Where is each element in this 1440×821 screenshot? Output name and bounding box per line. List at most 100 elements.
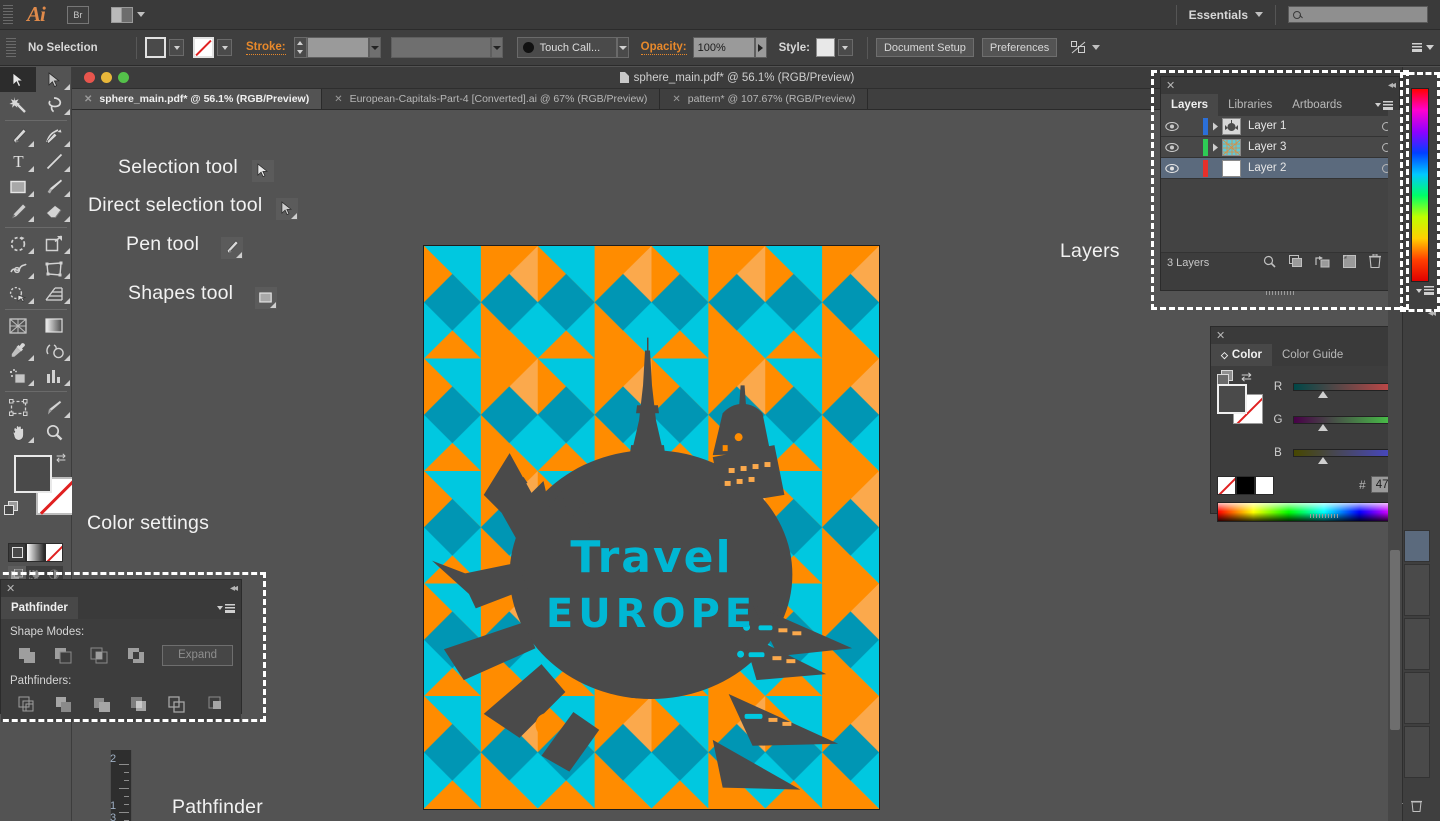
free-transform-tool[interactable]	[36, 256, 72, 281]
rotate-tool[interactable]	[0, 231, 36, 256]
preferences-button[interactable]: Preferences	[982, 38, 1057, 57]
opacity-value[interactable]: 100%	[693, 37, 755, 58]
selection-status: No Selection	[28, 42, 128, 54]
lasso-tool[interactable]	[36, 92, 72, 117]
quick-swatches	[1217, 476, 1274, 495]
stroke-profile-field[interactable]	[391, 37, 503, 58]
panel-menu-icon[interactable]	[1412, 43, 1422, 52]
stroke-dropdown[interactable]	[217, 39, 232, 56]
stroke-weight-field[interactable]	[294, 37, 381, 58]
brush-definition-value: Touch Call...	[517, 37, 617, 58]
stroke-profile-value[interactable]	[391, 37, 491, 58]
tools-grid: T	[0, 67, 71, 445]
slice-tool[interactable]	[36, 395, 72, 420]
scale-tool[interactable]	[36, 231, 72, 256]
fill-dropdown[interactable]	[169, 39, 184, 56]
opacity-label[interactable]: Opacity:	[641, 41, 687, 55]
selection-tool[interactable]	[0, 67, 36, 92]
annotation-label: Shapes tool	[128, 282, 233, 304]
pen-nib-icon	[221, 237, 243, 259]
chevron-down-icon[interactable]	[1426, 45, 1434, 50]
perspective-grid-tool[interactable]	[36, 281, 72, 306]
close-tab-icon[interactable]: ✕	[334, 94, 342, 105]
mesh-tool[interactable]	[0, 313, 36, 338]
swap-fill-stroke-icon[interactable]: ⇄	[1241, 369, 1252, 385]
close-icon[interactable]: ✕	[1216, 329, 1225, 342]
stroke-weight-dropdown[interactable]	[369, 37, 381, 58]
zoom-tool[interactable]	[36, 420, 72, 445]
fill-swatch[interactable]	[145, 37, 166, 58]
swap-fill-stroke-icon[interactable]: ⇄	[56, 451, 66, 465]
close-tab-icon[interactable]: ✕	[672, 94, 680, 105]
bridge-button[interactable]: Br	[67, 6, 89, 24]
collapsed-panel-1[interactable]	[1404, 564, 1430, 616]
close-tab-icon[interactable]: ✕	[84, 94, 92, 105]
search-icon	[1293, 11, 1301, 19]
pen-tool[interactable]	[0, 124, 36, 149]
none-fill-button[interactable]	[45, 543, 63, 562]
document-tab-pattern[interactable]: ✕ pattern* @ 107.67% (RGB/Preview)	[660, 89, 868, 109]
rectangle-tool[interactable]	[0, 174, 36, 199]
width-tool[interactable]	[0, 256, 36, 281]
curvature-tool[interactable]	[36, 124, 72, 149]
shape-builder-tool[interactable]	[0, 281, 36, 306]
align-options-button[interactable]	[1071, 41, 1100, 54]
delete-selection-icon[interactable]	[1411, 799, 1422, 815]
artboard[interactable]: Travel EUROPE	[423, 245, 880, 810]
column-graph-tool[interactable]	[36, 363, 72, 388]
document-tab-european-capitals[interactable]: ✕ European-Capitals-Part-4 [Converted].a…	[322, 89, 660, 109]
direct-selection-tool[interactable]	[36, 67, 72, 92]
collapsed-panel-2[interactable]	[1404, 618, 1430, 670]
arrange-documents-button[interactable]	[111, 7, 145, 23]
graphic-style-swatch[interactable]	[816, 38, 835, 57]
stroke-swatch[interactable]	[193, 37, 214, 58]
stroke-weight-value[interactable]	[307, 37, 369, 58]
hand-tool[interactable]	[0, 420, 36, 445]
opacity-field[interactable]: 100%	[693, 37, 767, 58]
stroke-control[interactable]	[193, 37, 232, 58]
gradient-tool[interactable]	[36, 313, 72, 338]
gradient-fill-button[interactable]	[26, 543, 44, 562]
collapsed-panel-3[interactable]	[1404, 672, 1430, 724]
graphic-style-dropdown[interactable]	[838, 39, 853, 56]
blend-tool[interactable]	[36, 338, 72, 363]
tab-color[interactable]: ◇ Color	[1211, 344, 1272, 366]
brush-definition-dropdown[interactable]	[617, 37, 629, 58]
search-input[interactable]	[1288, 6, 1428, 23]
eyedropper-tool[interactable]	[0, 338, 36, 363]
none-swatch[interactable]	[1217, 476, 1236, 495]
artboard-tool[interactable]	[0, 395, 36, 420]
symbol-sprayer-tool[interactable]	[0, 363, 36, 388]
eraser-tool[interactable]	[36, 199, 72, 224]
type-tool[interactable]: T	[0, 149, 36, 174]
opacity-flyout-button[interactable]	[755, 37, 767, 58]
workspace-switcher[interactable]: Essentials	[1189, 8, 1263, 22]
brush-definition-field[interactable]: Touch Call...	[517, 37, 629, 58]
black-swatch[interactable]	[1236, 476, 1255, 495]
divider	[1275, 5, 1276, 25]
white-swatch[interactable]	[1255, 476, 1274, 495]
tab-color-guide[interactable]: Color Guide	[1272, 344, 1353, 366]
collapsed-panel-active[interactable]	[1404, 530, 1430, 562]
menubar-grip[interactable]	[3, 5, 13, 25]
stroke-profile-dropdown[interactable]	[491, 37, 503, 58]
stroke-weight-stepper[interactable]	[294, 37, 307, 58]
paintbrush-tool[interactable]	[36, 174, 72, 199]
graphic-style-control[interactable]	[816, 38, 853, 57]
magic-wand-tool[interactable]	[0, 92, 36, 117]
slider-thumb-r	[1318, 391, 1328, 398]
default-fill-stroke-icon[interactable]	[4, 501, 19, 519]
controlbar-grip[interactable]	[6, 38, 16, 58]
stroke-label[interactable]: Stroke:	[246, 41, 286, 55]
document-tab-sphere-main[interactable]: ✕ sphere_main.pdf* @ 56.1% (RGB/Preview)	[72, 89, 322, 109]
fill-control[interactable]	[145, 37, 184, 58]
fill-color-box[interactable]	[1217, 384, 1247, 414]
fill-color-box[interactable]	[14, 455, 52, 493]
artwork-subhead: EUROPE	[424, 591, 879, 637]
panel-resize-grip[interactable]	[1310, 514, 1338, 518]
collapsed-panel-4[interactable]	[1404, 726, 1430, 778]
line-segment-tool[interactable]	[36, 149, 72, 174]
document-setup-button[interactable]: Document Setup	[876, 38, 974, 57]
color-fill-button[interactable]	[8, 543, 26, 562]
pencil-tool[interactable]	[0, 199, 36, 224]
